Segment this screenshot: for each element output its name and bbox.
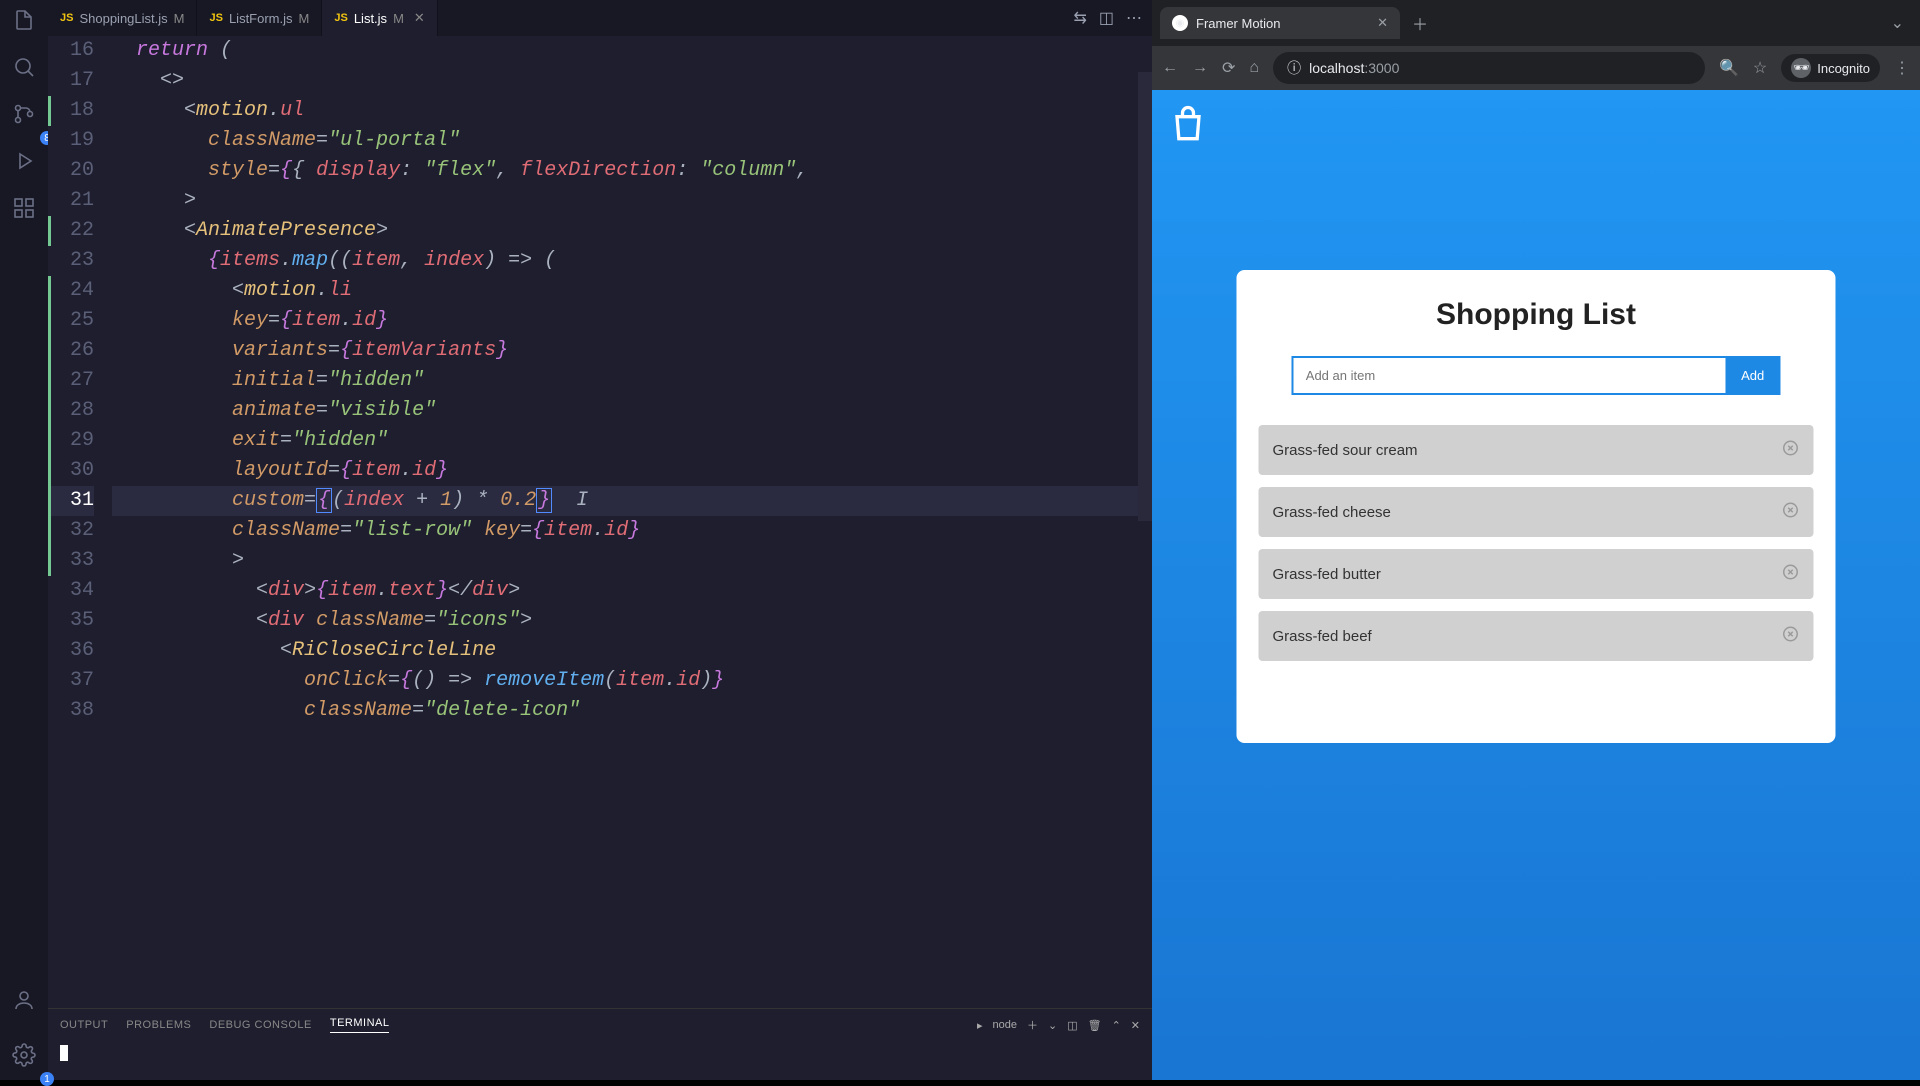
list-item: Grass-fed beef bbox=[1258, 611, 1813, 661]
terminal-picker-icon[interactable]: ▸ bbox=[977, 1019, 983, 1032]
maximize-panel-icon[interactable]: ⌃ bbox=[1112, 1019, 1121, 1032]
delete-item-icon[interactable] bbox=[1782, 439, 1800, 461]
item-list: Grass-fed sour cream Grass-fed cheese Gras… bbox=[1258, 425, 1813, 661]
tab-filename: List.js bbox=[354, 11, 387, 26]
gear-icon bbox=[12, 1043, 36, 1072]
more-icon[interactable]: ⋯ bbox=[1126, 8, 1142, 28]
scm-icon-wrap[interactable]: 8 bbox=[12, 102, 36, 131]
bottom-panel: OUTPUT PROBLEMS DEBUG CONSOLE TERMINAL ▸ no… bbox=[48, 1008, 1152, 1080]
close-tab-icon[interactable]: ✕ bbox=[414, 10, 425, 26]
js-file-icon: JS bbox=[334, 12, 347, 24]
shopping-bag-icon bbox=[1166, 102, 1210, 151]
panel-tab[interactable]: DEBUG CONSOLE bbox=[209, 1019, 311, 1031]
panel-tab[interactable]: TERMINAL bbox=[330, 1017, 390, 1033]
page-title: Shopping List bbox=[1258, 298, 1813, 332]
delete-item-icon[interactable] bbox=[1782, 563, 1800, 585]
settings-badge: 1 bbox=[40, 1072, 54, 1086]
add-button[interactable]: Add bbox=[1725, 356, 1780, 395]
shopping-list-card: Shopping List Add Grass-fed sour creamGr… bbox=[1236, 270, 1835, 743]
panel-actions: ▸ node ＋ ⌄ ◫ 🗑 ⌃ ✕ bbox=[977, 1017, 1140, 1033]
item-text: Grass-fed butter bbox=[1272, 566, 1380, 583]
browser-tab[interactable]: ◉ Framer Motion ✕ bbox=[1160, 7, 1400, 39]
list-item: Grass-fed butter bbox=[1258, 549, 1813, 599]
panel-tabbar: OUTPUT PROBLEMS DEBUG CONSOLE TERMINAL ▸ no… bbox=[48, 1009, 1152, 1041]
code-body[interactable]: return ( <> <motion.ul className="ul-por… bbox=[108, 36, 1152, 1008]
forward-icon[interactable]: → bbox=[1192, 59, 1208, 77]
delete-item-icon[interactable] bbox=[1782, 625, 1800, 647]
debug-icon[interactable] bbox=[12, 149, 36, 178]
url-port: :3000 bbox=[1364, 60, 1399, 76]
tab-modified-badge: M bbox=[174, 11, 185, 26]
search-in-page-icon[interactable]: 🔍 bbox=[1719, 58, 1739, 78]
terminal-body[interactable] bbox=[48, 1041, 1152, 1080]
split-terminal-icon[interactable]: ◫ bbox=[1067, 1019, 1077, 1032]
url-host: localhost bbox=[1309, 60, 1364, 76]
incognito-label: Incognito bbox=[1817, 61, 1870, 76]
split-icon[interactable]: ◫ bbox=[1099, 8, 1114, 28]
vscode-window: 8 1 JS ShoppingList.js M JS ListForm.js M JS Li… bbox=[0, 0, 1152, 1080]
delete-item-icon[interactable] bbox=[1782, 501, 1800, 523]
favicon-icon: ◉ bbox=[1172, 15, 1188, 31]
settings-icon-wrap[interactable]: 1 bbox=[12, 1043, 36, 1072]
editor-tab[interactable]: JS List.js M ✕ bbox=[322, 0, 437, 36]
reload-icon[interactable]: ⟳ bbox=[1222, 58, 1235, 78]
editor-tabbar: JS ShoppingList.js M JS ListForm.js M JS List.j… bbox=[48, 0, 1152, 36]
item-text: Grass-fed cheese bbox=[1272, 504, 1390, 521]
compare-icon[interactable]: ⇆ bbox=[1073, 8, 1086, 28]
tab-filename: ShoppingList.js bbox=[79, 11, 167, 26]
new-tab-icon[interactable]: ＋ bbox=[1406, 5, 1434, 41]
minimap[interactable] bbox=[1138, 72, 1152, 936]
incognito-icon: 🕶 bbox=[1791, 58, 1811, 78]
terminal-shell-label: node bbox=[992, 1019, 1016, 1031]
add-item-form: Add bbox=[1292, 356, 1780, 395]
tab-filename: ListForm.js bbox=[229, 11, 293, 26]
js-file-icon: JS bbox=[209, 12, 222, 24]
new-terminal-icon[interactable]: ＋ bbox=[1027, 1017, 1038, 1033]
site-info-icon[interactable]: ⓘ bbox=[1287, 58, 1301, 78]
activity-bar: 8 1 bbox=[0, 0, 48, 1080]
search-icon[interactable] bbox=[12, 55, 36, 84]
close-panel-icon[interactable]: ✕ bbox=[1131, 1019, 1140, 1032]
chrome-window: ◉ Framer Motion ✕ ＋ ⌄ ← → ⟳ ⌂ ⓘ localhos… bbox=[1152, 0, 1920, 1080]
bookmark-icon[interactable]: ☆ bbox=[1753, 58, 1767, 78]
item-text: Grass-fed beef bbox=[1272, 628, 1371, 645]
tabstrip: ◉ Framer Motion ✕ ＋ ⌄ bbox=[1152, 0, 1920, 46]
incognito-badge[interactable]: 🕶 Incognito bbox=[1781, 54, 1880, 82]
chrome-window-menu-icon[interactable]: ⌄ bbox=[1883, 9, 1912, 37]
scm-icon bbox=[12, 102, 36, 131]
page-viewport: Shopping List Add Grass-fed sour creamGr… bbox=[1152, 90, 1920, 1080]
chevron-down-icon[interactable]: ⌄ bbox=[1048, 1019, 1057, 1032]
extensions-icon[interactable] bbox=[12, 196, 36, 225]
chrome-menu-icon[interactable]: ⋮ bbox=[1894, 58, 1910, 78]
item-input[interactable] bbox=[1292, 356, 1725, 395]
editor-tab[interactable]: JS ShoppingList.js M bbox=[48, 0, 197, 36]
panel-tab[interactable]: OUTPUT bbox=[60, 1019, 108, 1031]
panel-tab[interactable]: PROBLEMS bbox=[126, 1019, 191, 1031]
line-gutter: 1617181920212223242526272829303132333435… bbox=[48, 36, 108, 1008]
editor-tab[interactable]: JS ListForm.js M bbox=[197, 0, 322, 36]
kill-terminal-icon[interactable]: 🗑 bbox=[1088, 1019, 1102, 1032]
tab-modified-badge: M bbox=[299, 11, 310, 26]
browser-toolbar: ← → ⟳ ⌂ ⓘ localhost:3000 🔍 ☆ 🕶 Incognito… bbox=[1152, 46, 1920, 90]
item-text: Grass-fed sour cream bbox=[1272, 442, 1417, 459]
home-icon[interactable]: ⌂ bbox=[1249, 59, 1259, 77]
list-item: Grass-fed sour cream bbox=[1258, 425, 1813, 475]
js-file-icon: JS bbox=[60, 12, 73, 24]
url-bar[interactable]: ⓘ localhost:3000 bbox=[1273, 52, 1705, 84]
list-item: Grass-fed cheese bbox=[1258, 487, 1813, 537]
close-tab-icon[interactable]: ✕ bbox=[1377, 15, 1388, 31]
tabbar-actions: ⇆ ◫ ⋯ bbox=[1073, 8, 1152, 28]
tab-modified-badge: M bbox=[393, 11, 404, 26]
code-editor[interactable]: 1617181920212223242526272829303132333435… bbox=[48, 36, 1152, 1008]
tab-title: Framer Motion bbox=[1196, 16, 1281, 31]
account-icon[interactable] bbox=[12, 988, 36, 1017]
back-icon[interactable]: ← bbox=[1162, 59, 1178, 77]
files-icon[interactable] bbox=[12, 8, 36, 37]
